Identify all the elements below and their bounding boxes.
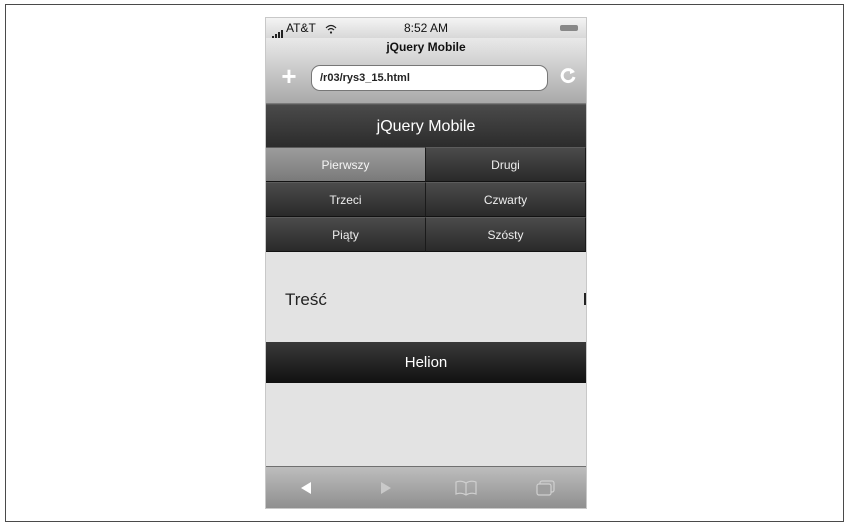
nav-item-pierwszy[interactable]: Pierwszy: [266, 147, 426, 182]
nav-item-piaty[interactable]: Piąty: [266, 217, 426, 252]
battery-icon: [560, 25, 578, 31]
nav-item-drugi[interactable]: Drugi: [426, 147, 586, 182]
nav-item-czwarty[interactable]: Czwarty: [426, 182, 586, 217]
nav-item-trzeci[interactable]: Trzeci: [266, 182, 426, 217]
navbar: Pierwszy Drugi Trzeci Czwarty Piąty Szós…: [266, 147, 586, 252]
content-text: Treść: [285, 290, 327, 309]
bookmarks-icon[interactable]: [451, 473, 481, 503]
scroll-indicator: [584, 293, 586, 305]
pages-icon[interactable]: [531, 473, 561, 503]
back-arrow-icon[interactable]: [291, 473, 321, 503]
forward-arrow-icon[interactable]: [371, 473, 401, 503]
app-header: jQuery Mobile: [266, 104, 586, 149]
browser-toolbar: [266, 466, 586, 508]
phone-screen: AT&T 8:52 AM jQuery Mobile + /r03/rys3_1…: [266, 18, 586, 508]
url-field[interactable]: /r03/rys3_15.html: [311, 65, 548, 91]
app-footer: Helion: [266, 342, 586, 383]
add-bookmark-icon[interactable]: +: [276, 63, 302, 89]
content-area: Treść: [266, 253, 586, 342]
nav-item-szosty[interactable]: Szósty: [426, 217, 586, 252]
page-title: jQuery Mobile: [386, 40, 466, 54]
blank-area: [266, 383, 586, 466]
status-bar: AT&T 8:52 AM: [266, 18, 586, 39]
reload-icon[interactable]: [556, 65, 580, 89]
clock: 8:52 AM: [403, 21, 449, 35]
browser-chrome: jQuery Mobile + /r03/rys3_15.html: [266, 38, 586, 104]
